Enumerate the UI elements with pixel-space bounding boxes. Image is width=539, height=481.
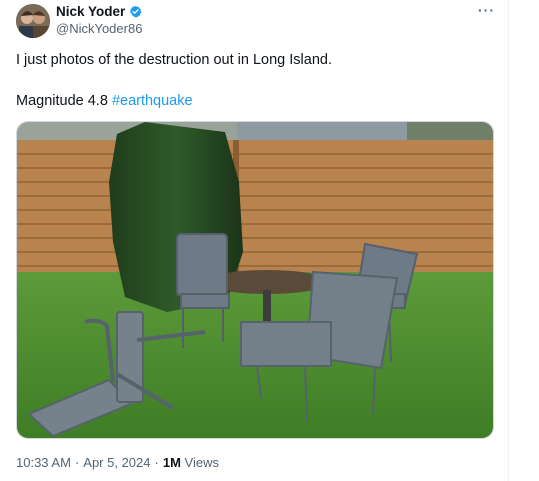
tweet-time[interactable]: 10:33 AM xyxy=(16,455,71,470)
backyard-photo xyxy=(17,122,493,438)
meta-separator: · xyxy=(154,455,159,470)
avatar[interactable] xyxy=(16,4,50,38)
more-horizontal-icon[interactable]: ··· xyxy=(478,2,495,18)
tweet-magnitude-text: Magnitude 4.8 xyxy=(16,93,112,109)
tweet-date[interactable]: Apr 5, 2024 xyxy=(83,455,150,470)
hashtag-link[interactable]: #earthquake xyxy=(112,93,193,109)
views-label: Views xyxy=(184,455,219,470)
views-count-group[interactable]: 1M Views xyxy=(163,455,219,470)
verified-badge-icon xyxy=(130,5,142,18)
avatar-image xyxy=(16,4,50,38)
author-name[interactable]: Nick Yoder xyxy=(56,4,125,19)
views-count: 1M xyxy=(162,455,181,470)
tweet-text: I just photos of the destruction out in … xyxy=(16,52,332,68)
tweet-card[interactable]: Nick Yoder @NickYoder86 ··· I just photo… xyxy=(0,0,509,481)
tweet-media-photo[interactable] xyxy=(16,121,494,439)
tweet-meta: 10:33 AM · Apr 5, 2024 · 1M Views xyxy=(16,455,219,470)
author-handle[interactable]: @NickYoder86 xyxy=(56,21,142,36)
tweet-text-line2: Magnitude 4.8 #earthquake xyxy=(16,92,193,111)
meta-separator: · xyxy=(74,455,80,470)
author-name-row[interactable]: Nick Yoder xyxy=(56,4,142,19)
